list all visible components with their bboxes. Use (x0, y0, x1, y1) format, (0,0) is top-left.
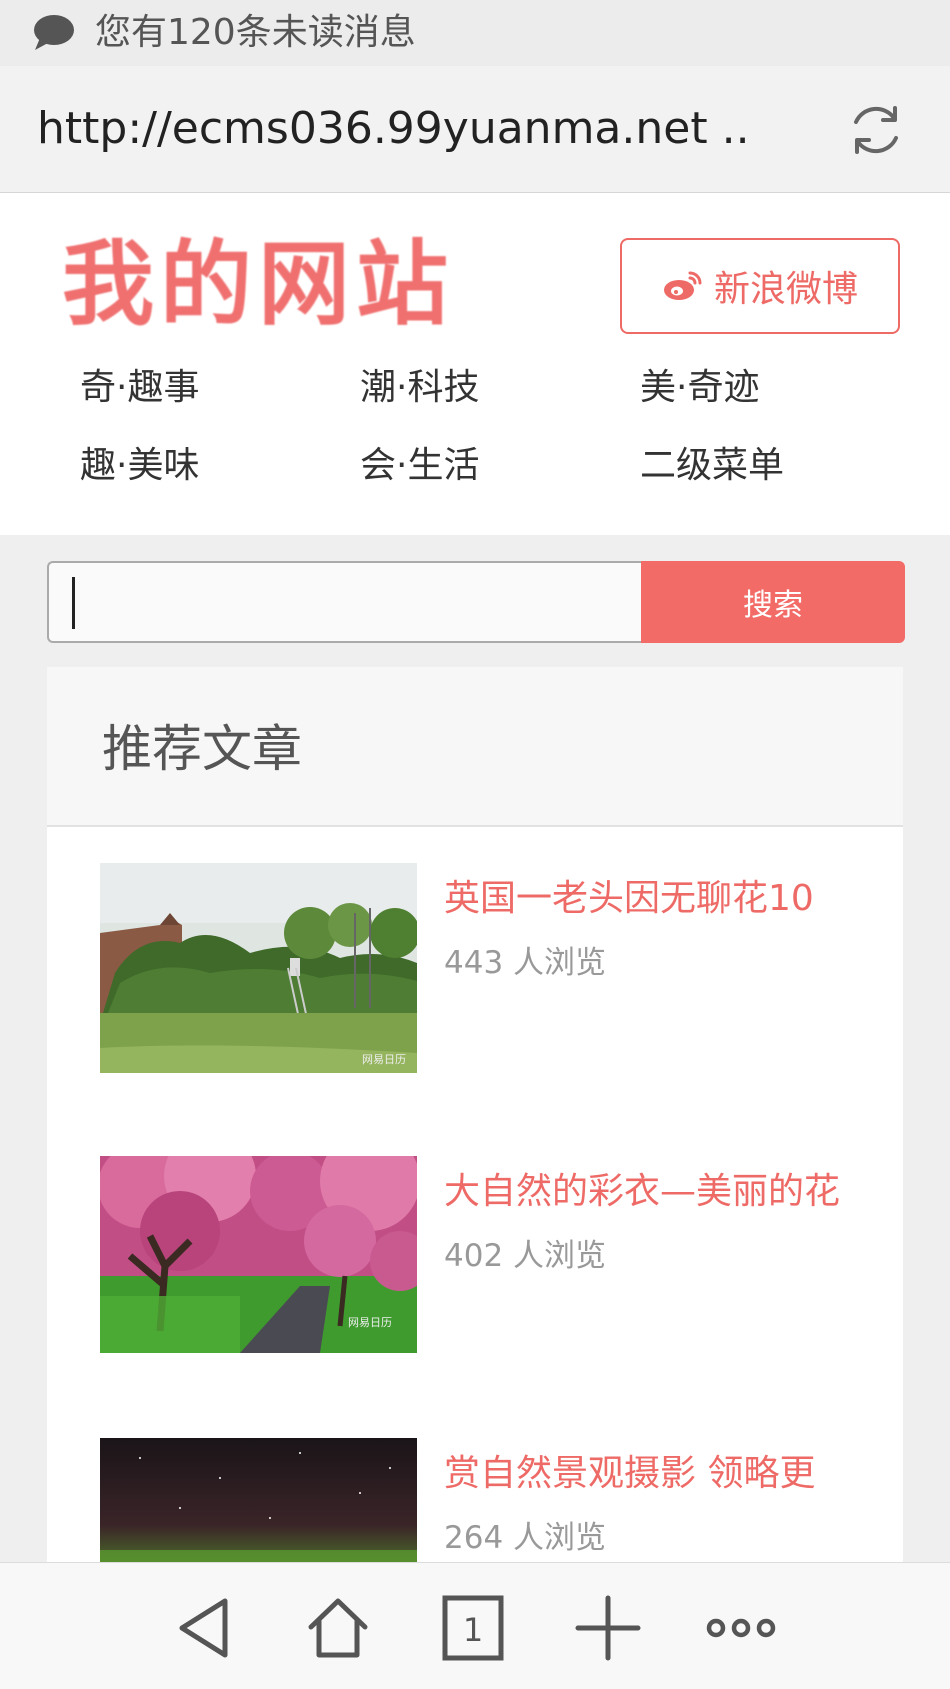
notification-bar[interactable]: 您有120条未读消息 (0, 0, 950, 66)
search-input[interactable] (47, 561, 643, 643)
panel-header: 推荐文章 (47, 667, 903, 827)
recommended-panel: 推荐文章 网易日历 英国一老头因无聊花10 443 人浏览 网易日历 大自然的彩… (47, 667, 903, 1567)
home-icon[interactable] (303, 1593, 373, 1663)
article-views: 402 人浏览 (444, 1238, 607, 1274)
refresh-icon[interactable] (846, 100, 906, 160)
nav-item-qiqushi[interactable]: 奇·趣事 (80, 363, 199, 413)
search-button[interactable]: 搜索 (641, 561, 905, 643)
section-title: 推荐文章 (102, 720, 302, 778)
site-header: 我的网站 新浪微博 奇·趣事 潮·科技 美·奇迹 趣·美味 会·生活 二级菜单 (0, 193, 950, 535)
nav-item-qumeiwei[interactable]: 趣·美味 (80, 441, 199, 491)
weibo-button[interactable]: 新浪微博 (620, 238, 900, 334)
article-item[interactable]: 赏自然景观摄影 领略更 264 人浏览 (100, 1438, 860, 1562)
tabs-button[interactable]: 1 (438, 1593, 508, 1663)
site-logo[interactable]: 我的网站 (62, 229, 454, 339)
nav-item-huishenghuo[interactable]: 会·生活 (360, 441, 479, 491)
article-thumbnail[interactable]: 网易日历 (100, 1156, 417, 1353)
address-bar[interactable]: http://ecms036.99yuanma.net .. (0, 66, 950, 193)
notification-text: 您有120条未读消息 (95, 12, 416, 53)
thumbnail-watermark: 网易日历 (362, 1053, 406, 1066)
search-form: 搜索 (47, 561, 905, 643)
article-thumbnail[interactable]: 网易日历 (100, 863, 417, 1073)
more-icon[interactable] (706, 1593, 776, 1663)
article-title[interactable]: 大自然的彩衣—美丽的花 (444, 1168, 840, 1216)
article-thumbnail[interactable] (100, 1438, 417, 1562)
thumbnail-watermark: 网易日历 (348, 1316, 392, 1329)
nav-item-meiqiji[interactable]: 美·奇迹 (640, 363, 759, 413)
message-bubble-icon (34, 15, 74, 50)
weibo-label: 新浪微博 (713, 269, 858, 310)
browser-toolbar: 1 (0, 1562, 950, 1689)
nav-item-chaokeji[interactable]: 潮·科技 (360, 363, 479, 413)
tab-count: 1 (463, 1611, 483, 1649)
article-title[interactable]: 英国一老头因无聊花10 (444, 875, 814, 923)
tabs-icon: 1 (442, 1595, 504, 1661)
article-views: 443 人浏览 (444, 945, 607, 981)
url-text[interactable]: http://ecms036.99yuanma.net .. (37, 101, 750, 157)
article-item[interactable]: 网易日历 大自然的彩衣—美丽的花 402 人浏览 (100, 1156, 860, 1353)
article-title[interactable]: 赏自然景观摄影 领略更 (444, 1450, 815, 1498)
text-caret (72, 577, 75, 629)
article-item[interactable]: 网易日历 英国一老头因无聊花10 443 人浏览 (100, 863, 860, 1073)
nav-item-erjicaidan[interactable]: 二级菜单 (640, 441, 784, 491)
weibo-icon (663, 271, 702, 300)
new-tab-icon[interactable] (573, 1593, 643, 1663)
back-icon[interactable] (170, 1593, 240, 1663)
article-views: 264 人浏览 (444, 1520, 607, 1556)
